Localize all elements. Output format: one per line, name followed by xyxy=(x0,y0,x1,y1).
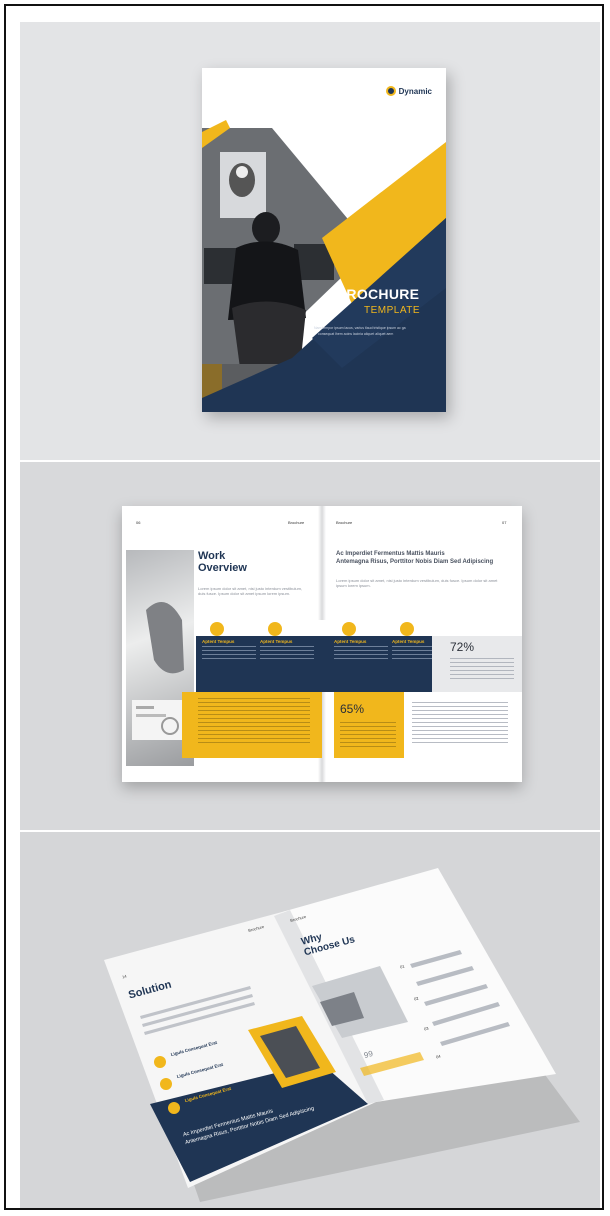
page-number-left: 06 xyxy=(136,520,141,525)
feature-2-title: Aptent Tempus xyxy=(260,639,293,644)
stat-box-a: 72% xyxy=(432,636,522,692)
cover-subtitle: TEMPLATE xyxy=(364,305,421,316)
stat-box-b: 65% xyxy=(334,692,404,758)
feature-4-title: Aptent Tempus xyxy=(392,639,425,644)
brochure-spread: 06 Brochure Brochure 07 Work Overview Lo… xyxy=(122,506,522,782)
image-frame: Dynamic BROCHURE TEMPLATE Nam tempor ips… xyxy=(4,4,604,1210)
intro-body-left: Lorem ipsum dolor sit amet, nisi justo i… xyxy=(198,586,303,596)
intro-body-right: Lorem ipsum dolor sit amet, nisi justo i… xyxy=(336,578,498,588)
angled-spread-graphics xyxy=(104,868,580,1202)
page-label-left: Brochure xyxy=(288,520,305,525)
feature-1: Aptent Tempus xyxy=(202,622,256,660)
stat-a-value: 72% xyxy=(450,640,475,654)
cover-mockup-panel: Dynamic BROCHURE TEMPLATE Nam tempor ips… xyxy=(20,22,600,460)
stat-b-value: 65% xyxy=(340,702,365,716)
stat-b-lines xyxy=(340,722,396,748)
brand-name: Dynamic xyxy=(398,86,432,96)
brochure-cover: Dynamic BROCHURE TEMPLATE Nam tempor ips… xyxy=(202,68,446,412)
user-icon xyxy=(268,622,282,636)
cover-tagline-2: consequat lhem aoins lacinia aliquet ali… xyxy=(318,332,394,336)
feature-4: Aptent Tempus xyxy=(392,622,432,660)
feature-3-lines xyxy=(334,646,388,660)
intro-heading-line-1: Ac Imperdiet Fermentus Mattis Mauris xyxy=(336,551,445,557)
work-overview-heading: Work Overview xyxy=(198,550,247,574)
right-body-lines xyxy=(412,702,508,746)
spread-mockup-panel: 06 Brochure Brochure 07 Work Overview Lo… xyxy=(20,462,600,830)
feature-3: Aptent Tempus xyxy=(334,622,388,660)
feature-2-lines xyxy=(260,646,314,660)
cover-tagline-1: Nam tempor ipsum lacus, varius tlaud tri… xyxy=(314,326,406,330)
cover-graphics xyxy=(202,120,446,412)
intro-heading-right: Ac Imperdiet Fermentus Mattis Mauris Ant… xyxy=(336,550,506,566)
heading-line-2: Overview xyxy=(198,562,247,574)
feature-4-lines xyxy=(392,646,432,660)
person-head xyxy=(252,212,280,244)
document-icon xyxy=(400,622,414,636)
heading-line-1: Work xyxy=(198,550,226,562)
chart-icon xyxy=(210,622,224,636)
logo-mark-icon xyxy=(385,86,396,96)
cover-title: BROCHURE xyxy=(336,286,420,302)
stat-a-lines xyxy=(450,658,514,682)
page-number-right: 07 xyxy=(502,520,507,525)
yellow-block-lines xyxy=(198,698,310,744)
brand-logo: Dynamic xyxy=(385,86,432,96)
feature-2: Aptent Tempus xyxy=(260,622,314,660)
folder-icon xyxy=(342,622,356,636)
feature-1-title: Aptent Tempus xyxy=(202,639,235,644)
feature-1-lines xyxy=(202,646,256,660)
intro-heading-line-2: Antemagna Risus, Porttitor Nobis Diam Se… xyxy=(336,559,494,565)
angled-spread-panel: 14 Brochure Brochure Solution Why Choose… xyxy=(20,832,600,1208)
feature-3-title: Aptent Tempus xyxy=(334,639,367,644)
page-label-right: Brochure xyxy=(336,520,353,525)
